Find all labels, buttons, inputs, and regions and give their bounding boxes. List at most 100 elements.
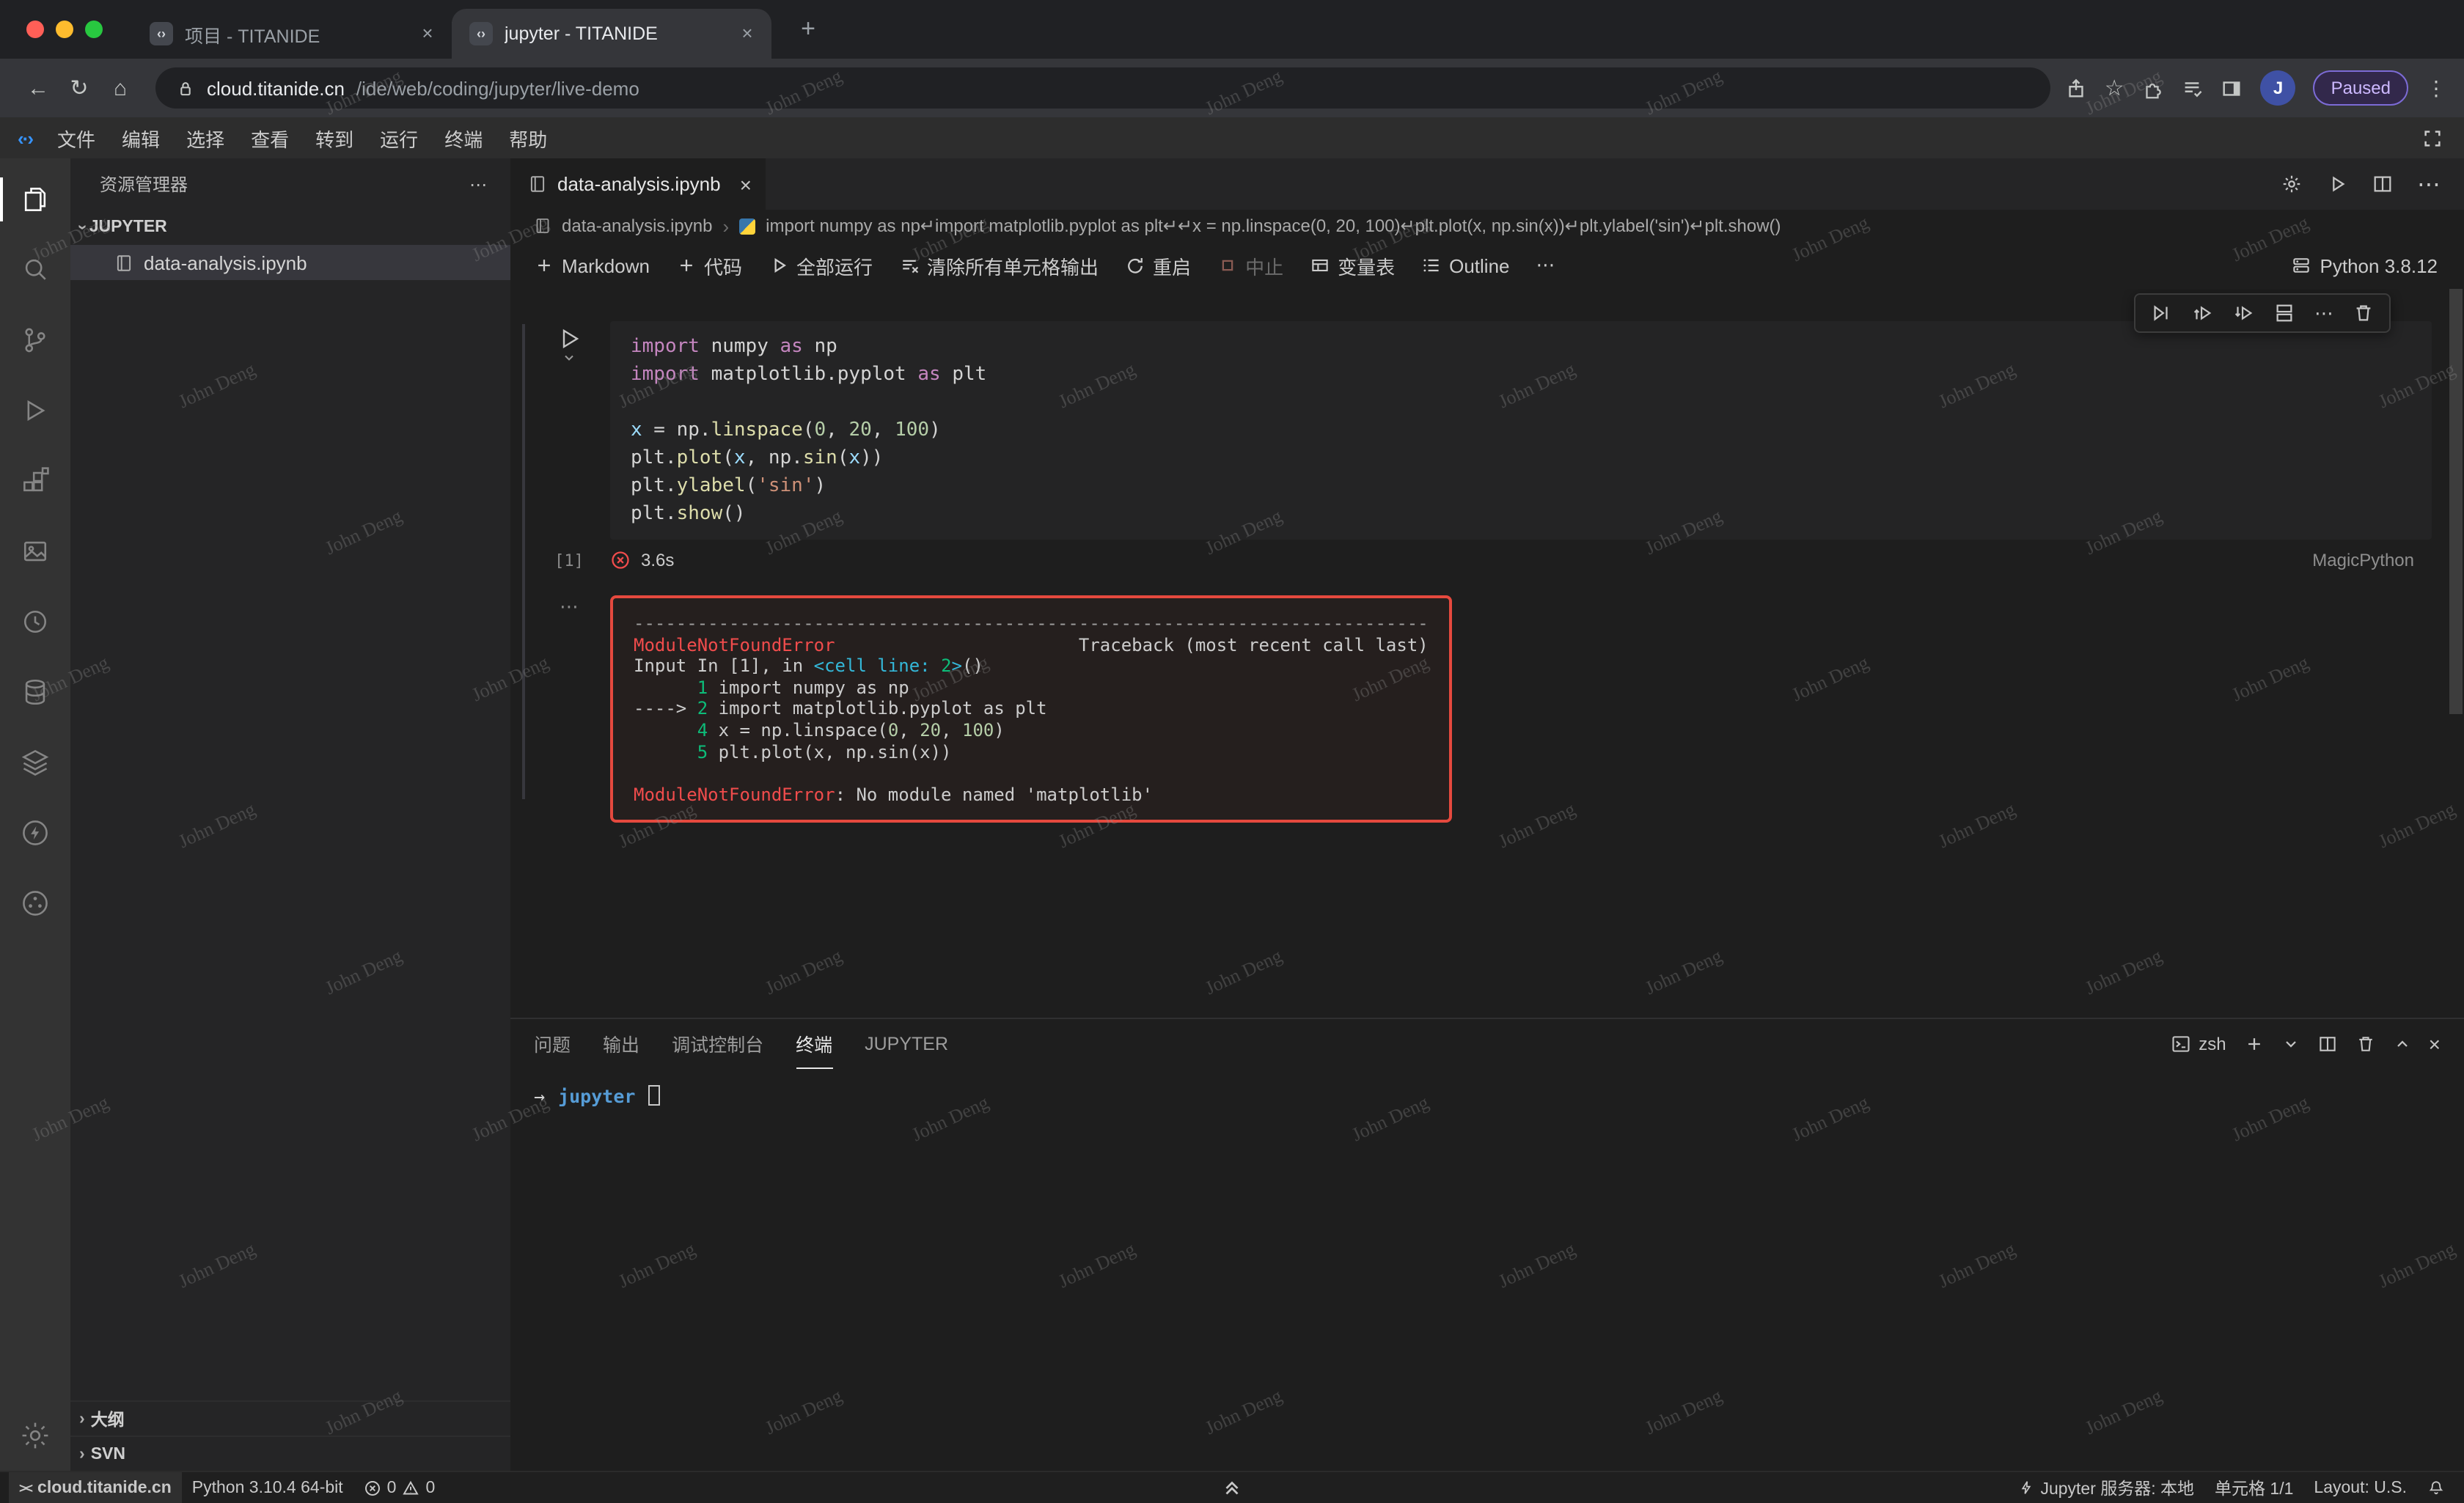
more-actions-icon[interactable]: ⋯ xyxy=(2417,169,2441,199)
extensions-puzzle-icon[interactable] xyxy=(2142,77,2164,99)
menu-goto[interactable]: 转到 xyxy=(302,120,367,156)
panel-tab-output[interactable]: 输出 xyxy=(603,1019,639,1069)
source-control-icon[interactable] xyxy=(0,305,70,375)
execute-below-icon[interactable] xyxy=(2232,302,2254,324)
toggle-fullscreen-icon[interactable] xyxy=(2421,127,2449,149)
database-icon[interactable] xyxy=(0,657,70,727)
profile-avatar[interactable]: J xyxy=(2261,70,2296,106)
outline-button[interactable]: Outline xyxy=(1409,250,1521,281)
run-all-button[interactable]: 全部运行 xyxy=(757,247,884,284)
sidebar-section-jupyter[interactable]: › JUPYTER xyxy=(70,210,510,245)
menu-file[interactable]: 文件 xyxy=(44,120,109,156)
remote-explorer-icon[interactable] xyxy=(0,516,70,587)
panel-tab-debug-console[interactable]: 调试控制台 xyxy=(672,1019,763,1069)
address-bar[interactable]: cloud.titanide.cn/ide/web/coding/jupyter… xyxy=(155,67,2050,109)
execute-above-icon[interactable] xyxy=(2191,302,2213,324)
kernel-picker[interactable]: Python 3.8.12 xyxy=(2291,254,2452,276)
new-terminal-icon[interactable] xyxy=(2244,1034,2265,1054)
history-icon[interactable] xyxy=(0,587,70,657)
output-more-icon[interactable]: ⋯ xyxy=(528,595,610,823)
menu-run[interactable]: 运行 xyxy=(367,120,431,156)
editor-tab-notebook[interactable]: data-analysis.ipynb × xyxy=(510,158,766,210)
editor-scrollbar[interactable] xyxy=(2449,289,2463,714)
close-panel-icon[interactable]: × xyxy=(2429,1032,2441,1056)
panel-tab-jupyter[interactable]: JUPYTER xyxy=(865,1019,948,1069)
run-debug-icon[interactable] xyxy=(0,375,70,446)
chevron-down-icon: › xyxy=(73,224,91,230)
run-cell-dropdown-chevron-icon[interactable] xyxy=(562,350,576,365)
menu-selection[interactable]: 选择 xyxy=(173,120,238,156)
window-minimize-button[interactable] xyxy=(56,21,73,38)
search-icon[interactable] xyxy=(0,235,70,305)
restart-button[interactable]: 重启 xyxy=(1113,247,1203,284)
menu-help[interactable]: 帮助 xyxy=(496,120,560,156)
bookmark-star-icon[interactable]: ☆ xyxy=(2105,77,2124,99)
split-terminal-icon[interactable] xyxy=(2317,1034,2338,1054)
browser-tab-jupyter[interactable]: ‹› jupyter - TITANIDE × xyxy=(452,9,771,59)
browser-tab-project[interactable]: ‹› 项目 - TITANIDE × xyxy=(132,9,452,59)
language-mode[interactable]: MagicPython xyxy=(2312,550,2432,570)
share-icon[interactable] xyxy=(2065,77,2087,99)
browser-menu-icon[interactable]: ⋮ xyxy=(2426,76,2446,100)
remote-indicator[interactable]: >< cloud.titanide.cn xyxy=(9,1472,182,1503)
window-zoom-button[interactable] xyxy=(85,21,103,38)
notifications-bell-icon[interactable] xyxy=(2417,1479,2455,1496)
new-tab-button[interactable]: + xyxy=(789,10,827,48)
interrupt-button[interactable]: 中止 xyxy=(1206,247,1295,284)
back-button[interactable]: ← xyxy=(18,67,59,109)
extensions-icon[interactable] xyxy=(0,446,70,516)
reload-button[interactable]: ↻ xyxy=(59,67,100,109)
breadcrumb[interactable]: data-analysis.ipynb › import numpy as np… xyxy=(510,210,2464,242)
profile-paused-badge[interactable]: Paused xyxy=(2314,70,2408,106)
python-interpreter-status[interactable]: Python 3.10.4 64-bit xyxy=(182,1472,353,1503)
side-panel-icon[interactable] xyxy=(2221,77,2243,99)
reading-list-icon[interactable] xyxy=(2182,77,2204,99)
power-bolt-icon[interactable] xyxy=(0,798,70,868)
panel-tab-problems[interactable]: 问题 xyxy=(534,1019,571,1069)
notebook-settings-gear-icon[interactable] xyxy=(2281,173,2303,195)
live-share-icon[interactable] xyxy=(0,868,70,938)
home-button[interactable]: ⌂ xyxy=(100,67,141,109)
add-markdown-button[interactable]: Markdown xyxy=(522,250,661,281)
shell-picker[interactable]: zsh xyxy=(2171,1034,2226,1054)
close-tab-icon[interactable]: × xyxy=(740,172,752,196)
restore-panel-chevrons-icon[interactable] xyxy=(1221,1472,1243,1503)
terminal-command: jupyter xyxy=(558,1085,635,1107)
jupyter-server-status[interactable]: Jupyter 服务器: 本地 xyxy=(2008,1476,2204,1499)
breadcrumb-cell-code[interactable]: import numpy as np↵import matplotlib.pyp… xyxy=(766,216,1781,236)
delete-cell-icon[interactable] xyxy=(2353,302,2375,324)
run-icon[interactable] xyxy=(2326,173,2348,195)
run-by-line-icon[interactable] xyxy=(2150,302,2172,324)
add-code-button[interactable]: 代码 xyxy=(664,247,754,284)
toolbar-more-icon[interactable]: ⋯ xyxy=(1525,249,1567,282)
menu-view[interactable]: 查看 xyxy=(238,120,302,156)
maximize-panel-icon[interactable] xyxy=(2394,1035,2411,1053)
tab-close-icon[interactable]: × xyxy=(415,21,440,46)
explorer-icon[interactable] xyxy=(0,164,70,235)
sidebar-section-svn[interactable]: › SVN xyxy=(70,1436,510,1471)
problems-status[interactable]: 0 0 xyxy=(353,1472,446,1503)
split-editor-icon[interactable] xyxy=(2372,173,2394,195)
tab-close-icon[interactable]: × xyxy=(735,21,760,46)
terminal-content[interactable]: →jupyter xyxy=(510,1069,2464,1471)
cell-more-actions-icon[interactable]: ⋯ xyxy=(2314,307,2333,319)
cell-code-editor[interactable]: import numpy as npimport matplotlib.pypl… xyxy=(610,321,2432,540)
sidebar-more-actions-icon[interactable]: ⋯ xyxy=(469,174,487,194)
terminal-dropdown-chevron-icon[interactable] xyxy=(2282,1035,2300,1053)
run-cell-button[interactable] xyxy=(557,327,581,350)
sidebar-section-outline[interactable]: › 大纲 xyxy=(70,1400,510,1436)
menu-terminal[interactable]: 终端 xyxy=(431,120,496,156)
window-close-button[interactable] xyxy=(26,21,44,38)
panel-tab-terminal[interactable]: 终端 xyxy=(796,1019,832,1069)
layers-icon[interactable] xyxy=(0,727,70,798)
cell-position-status[interactable]: 单元格 1/1 xyxy=(2204,1476,2303,1499)
clear-outputs-button[interactable]: 清除所有单元格输出 xyxy=(887,247,1110,284)
menu-edit[interactable]: 编辑 xyxy=(109,120,173,156)
settings-gear-icon[interactable] xyxy=(0,1400,70,1471)
breadcrumb-file[interactable]: data-analysis.ipynb xyxy=(562,216,712,236)
file-item-notebook[interactable]: data-analysis.ipynb xyxy=(70,245,510,280)
variables-button[interactable]: 变量表 xyxy=(1298,247,1407,284)
split-cell-icon[interactable] xyxy=(2273,302,2295,324)
keyboard-layout-status[interactable]: Layout: U.S. xyxy=(2303,1479,2417,1496)
kill-terminal-icon[interactable] xyxy=(2355,1034,2376,1054)
